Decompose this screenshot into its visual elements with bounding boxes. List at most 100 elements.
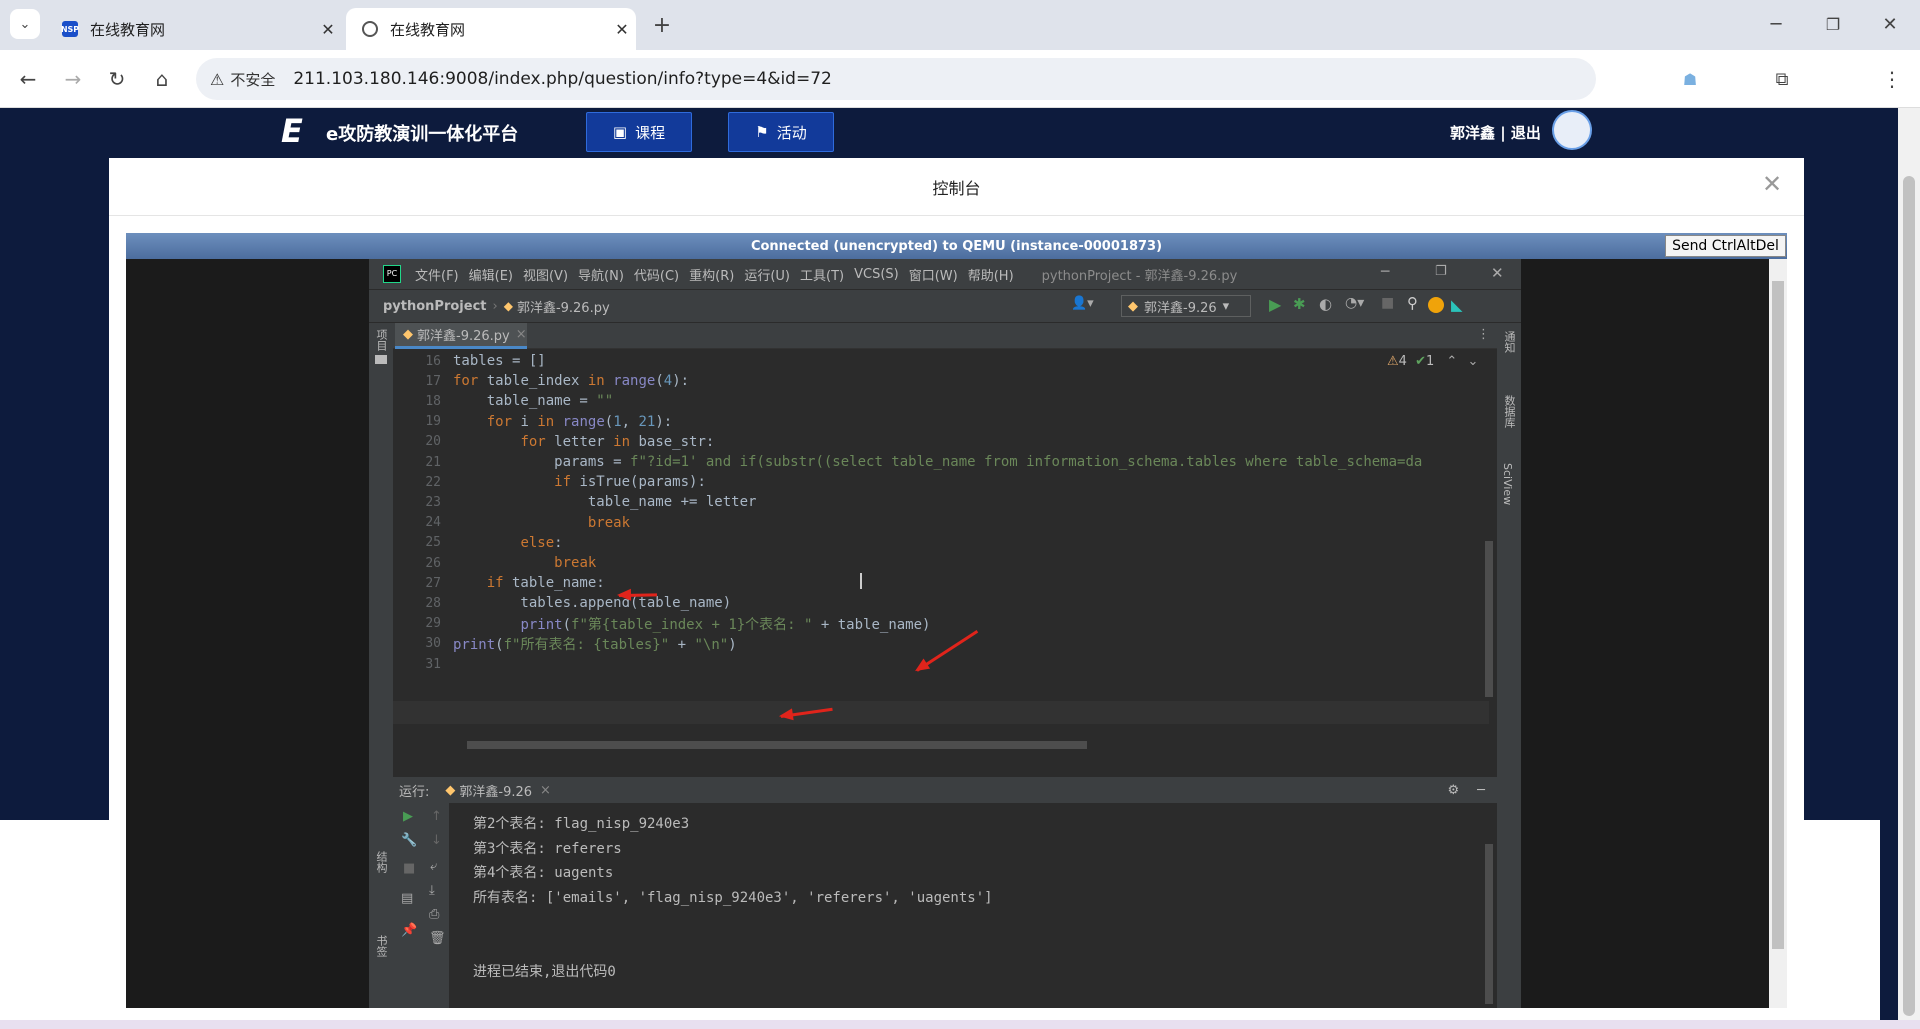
search-everywhere-icon[interactable]: ⚲ xyxy=(1407,294,1418,312)
user-avatar[interactable] xyxy=(1552,110,1592,150)
tab-search-icon[interactable]: ⌄ xyxy=(10,9,40,39)
scroll-up-icon[interactable]: ↑ xyxy=(431,809,442,824)
run-toolbar: ▶ ↑ 🔧 ↓ ■ ⤶ ⤓ ▤ ⎙ 📌 🗑 xyxy=(393,803,449,1008)
user-logout-link[interactable]: 郭洋鑫 | 退出 xyxy=(1450,122,1541,143)
tab-title: 在线教育网 xyxy=(390,20,466,39)
vnc-scrollbar-thumb[interactable] xyxy=(1772,281,1784,949)
ide-close-icon[interactable]: ✕ xyxy=(1491,264,1504,282)
debug-icon[interactable]: ✱ xyxy=(1293,295,1306,313)
close-tab-icon[interactable]: ✕ xyxy=(608,20,636,39)
sciview-tool-button[interactable]: SciView xyxy=(1501,463,1514,505)
editor-v-scrollbar[interactable] xyxy=(1485,541,1493,697)
editor-tabs-menu-icon[interactable]: ⋮ xyxy=(1477,327,1490,342)
address-bar[interactable]: ⚠ 不安全 211.103.180.146:9008/index.php/que… xyxy=(196,58,1596,100)
ide-minimize-icon[interactable]: ─ xyxy=(1381,264,1389,280)
page-scrollbar[interactable] xyxy=(1898,108,1920,1029)
new-tab-icon[interactable]: + xyxy=(646,9,678,41)
code-text: table_name += letter xyxy=(453,494,757,511)
wrench-icon[interactable]: 🔧 xyxy=(401,833,417,848)
coverage-icon[interactable]: ◐ xyxy=(1319,295,1332,313)
run-icon[interactable]: ▶ xyxy=(1269,295,1281,314)
console-line: 所有表名: ['emails', 'flag_nisp_9240e3', 're… xyxy=(473,889,993,906)
tab-2-active[interactable]: 在线教育网 ✕ xyxy=(346,8,636,50)
nav-activity-button[interactable]: ⚑ 活动 xyxy=(728,112,834,152)
vcs-user-icon[interactable]: 👤▾ xyxy=(1071,296,1094,311)
rerun-icon[interactable]: ▶ xyxy=(403,809,413,824)
code-text: for letter in base_str: xyxy=(520,433,715,450)
forward-icon[interactable]: → xyxy=(57,63,89,95)
menu-window[interactable]: 窗口(W) xyxy=(909,265,958,284)
project-tool-button[interactable]: 项目 xyxy=(373,329,389,351)
modal-close-icon[interactable]: ✕ xyxy=(1762,170,1782,198)
run-tab[interactable]: 郭洋鑫-9.26 xyxy=(459,781,532,800)
structure-tool-button[interactable]: 结构 xyxy=(373,851,389,873)
menu-run[interactable]: 运行(U) xyxy=(744,265,790,284)
menu-vcs[interactable]: VCS(S) xyxy=(854,267,899,282)
url-text[interactable]: 211.103.180.146:9008/index.php/question/… xyxy=(293,69,831,89)
menu-tools[interactable]: 工具(T) xyxy=(800,265,844,284)
code-line: 24 break xyxy=(393,513,1483,533)
line-number: 24 xyxy=(425,515,441,531)
globe-icon xyxy=(362,21,378,37)
console-scrollbar[interactable] xyxy=(1485,844,1493,1004)
run-hide-icon[interactable]: ─ xyxy=(1477,783,1485,798)
stop-icon[interactable]: ■ xyxy=(1381,295,1394,311)
menu-edit[interactable]: 编辑(E) xyxy=(469,265,513,284)
extension-translate-icon[interactable]: ☗ xyxy=(1674,63,1706,95)
database-tool-button[interactable]: 数据库 xyxy=(1501,395,1517,428)
menu-refactor[interactable]: 重构(R) xyxy=(689,265,734,284)
ide-restore-icon[interactable]: ❐ xyxy=(1435,264,1447,279)
line-number: 27 xyxy=(425,575,441,591)
security-label[interactable]: 不安全 xyxy=(230,69,275,90)
vnc-scrollbar[interactable] xyxy=(1769,259,1787,1008)
jetbrains-ai-icon[interactable]: ◣ xyxy=(1451,296,1463,314)
extensions-puzzle-icon[interactable]: ⧉ xyxy=(1766,63,1798,95)
scroll-to-end-icon[interactable]: ⤓ xyxy=(429,883,435,898)
line-number: 20 xyxy=(425,434,441,450)
menu-view[interactable]: 视图(V) xyxy=(523,265,568,284)
scroll-down-icon[interactable]: ↓ xyxy=(431,833,442,848)
reload-icon[interactable]: ↻ xyxy=(101,63,133,95)
send-ctrl-alt-del-button[interactable]: Send CtrlAltDel xyxy=(1665,235,1786,257)
editor-h-scrollbar[interactable] xyxy=(467,741,1087,749)
soft-wrap-icon[interactable]: ⤶ xyxy=(430,859,437,874)
code-text: break xyxy=(587,514,631,531)
menu-code[interactable]: 代码(C) xyxy=(634,265,679,284)
code-line: 20 for letter in base_str: xyxy=(393,432,1483,452)
breadcrumb-separator-icon: › xyxy=(492,298,498,314)
code-text: for table_index in range(4): xyxy=(453,373,690,390)
print-icon[interactable]: ⎙ xyxy=(429,907,439,922)
tab-1[interactable]: NSP 在线教育网 ✕ xyxy=(46,8,342,50)
tab-title: 在线教育网 xyxy=(90,20,166,39)
notifications-tool-button[interactable]: 通知 xyxy=(1501,331,1517,353)
close-editor-tab-icon[interactable]: × xyxy=(516,327,527,342)
stop-run-icon[interactable]: ■ xyxy=(403,861,415,876)
menu-kebab-icon[interactable]: ⋮ xyxy=(1876,63,1908,95)
pin-icon[interactable]: 📌 xyxy=(401,923,417,938)
left-tool-strip: 项目 结构 书签 xyxy=(369,323,393,1008)
menu-file[interactable]: 文件(F) xyxy=(415,265,459,284)
menu-help[interactable]: 帮助(H) xyxy=(968,265,1014,284)
profile-icon[interactable]: ◔▾ xyxy=(1345,295,1364,311)
bookmarks-tool-button[interactable]: 书签 xyxy=(373,935,389,957)
close-run-tab-icon[interactable]: × xyxy=(540,783,551,798)
editor-tabs: ◆ 郭洋鑫-9.26.py × ⋮ xyxy=(393,323,1497,349)
editor-tab-active[interactable]: ◆ 郭洋鑫-9.26.py × xyxy=(395,323,527,349)
update-icon[interactable] xyxy=(1428,297,1444,313)
nav-course-button[interactable]: ▣ 课程 xyxy=(586,112,692,152)
run-settings-gear-icon[interactable]: ⚙ xyxy=(1448,783,1460,798)
console-line: 进程已结束,退出代码0 xyxy=(473,963,616,980)
trash-icon[interactable]: 🗑 xyxy=(429,931,446,946)
menu-navigate[interactable]: 导航(N) xyxy=(578,265,624,284)
page-scrollbar-thumb[interactable] xyxy=(1903,176,1915,1016)
close-window-icon[interactable]: ✕ xyxy=(1874,8,1906,40)
breadcrumb-file[interactable]: 郭洋鑫-9.26.py xyxy=(517,297,610,316)
home-icon[interactable]: ⌂ xyxy=(146,63,178,95)
restore-icon[interactable]: ❐ xyxy=(1817,8,1849,40)
back-icon[interactable]: ← xyxy=(12,63,44,95)
layout-icon[interactable]: ▤ xyxy=(401,891,413,906)
breadcrumb-project[interactable]: pythonProject xyxy=(383,299,487,314)
close-tab-icon[interactable]: ✕ xyxy=(314,20,342,39)
run-config-dropdown[interactable]: ◆ 郭洋鑫-9.26 ▾ xyxy=(1121,295,1251,317)
minimize-icon[interactable]: ─ xyxy=(1760,8,1792,40)
